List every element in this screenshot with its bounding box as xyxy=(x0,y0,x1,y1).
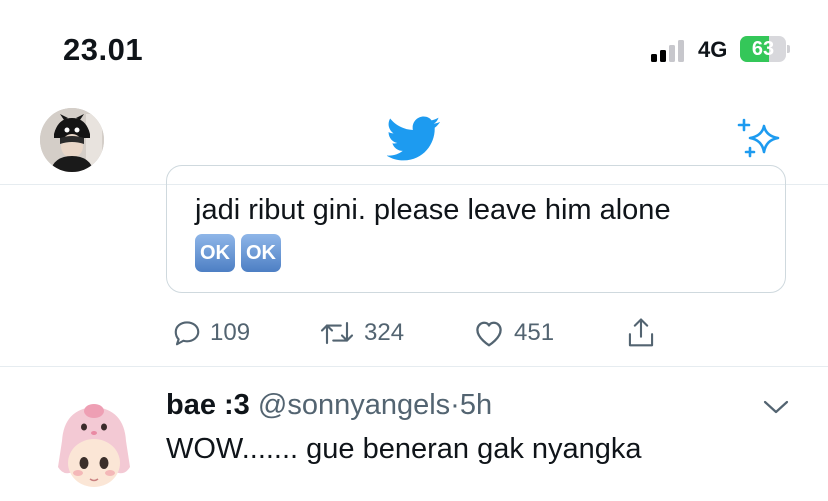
sparkle-icon[interactable] xyxy=(736,116,784,164)
ok-emoji: OK xyxy=(241,234,281,272)
profile-avatar[interactable] xyxy=(40,108,104,172)
chevron-down-icon[interactable] xyxy=(762,397,790,417)
tweet[interactable]: jadi ribut gini. please leave him alone … xyxy=(0,165,828,367)
tweet-text: WOW....... gue beneran gak nyangka xyxy=(166,433,642,465)
user-handle[interactable]: @sonnyangels xyxy=(258,389,450,421)
share-icon xyxy=(628,318,654,347)
reply-count: 109 xyxy=(210,319,251,346)
like-count: 451 xyxy=(514,319,555,346)
header-separator: · xyxy=(450,389,460,421)
battery-icon: 63 xyxy=(740,36,790,62)
like-button[interactable]: 451 xyxy=(472,313,554,353)
battery-percentage: 63 xyxy=(751,38,775,60)
tweet-timestamp[interactable]: 5h xyxy=(460,389,492,421)
tweet-header: bae :3 @sonnyangels·5h xyxy=(166,389,492,422)
status-time: 23.01 xyxy=(63,32,144,67)
twitter-bird-icon[interactable] xyxy=(386,116,441,162)
heart-icon xyxy=(476,321,502,347)
quoted-tweet-card[interactable]: jadi ribut gini. please leave him alone … xyxy=(166,165,786,293)
status-bar: 23.01 4G 63 xyxy=(0,0,828,96)
ok-emoji: OK xyxy=(195,234,235,272)
quoted-tweet-text: jadi ribut gini. please leave him alone xyxy=(195,194,671,226)
user-avatar[interactable] xyxy=(44,401,144,501)
tweet[interactable]: bae :3 @sonnyangels·5h WOW....... gue be… xyxy=(0,367,828,501)
network-type: 4G xyxy=(698,37,728,62)
display-name[interactable]: bae :3 xyxy=(166,389,250,421)
share-button[interactable] xyxy=(626,313,664,353)
retweet-count: 324 xyxy=(364,319,405,346)
tweet-actions: 109 324 451 xyxy=(166,313,786,353)
retweet-button[interactable]: 324 xyxy=(318,313,404,353)
reply-icon xyxy=(174,321,200,346)
ok-emoji-row: OK OK xyxy=(195,234,287,272)
retweet-icon xyxy=(320,321,354,345)
signal-strength-icon xyxy=(651,38,691,62)
reply-button[interactable]: 109 xyxy=(172,313,250,353)
